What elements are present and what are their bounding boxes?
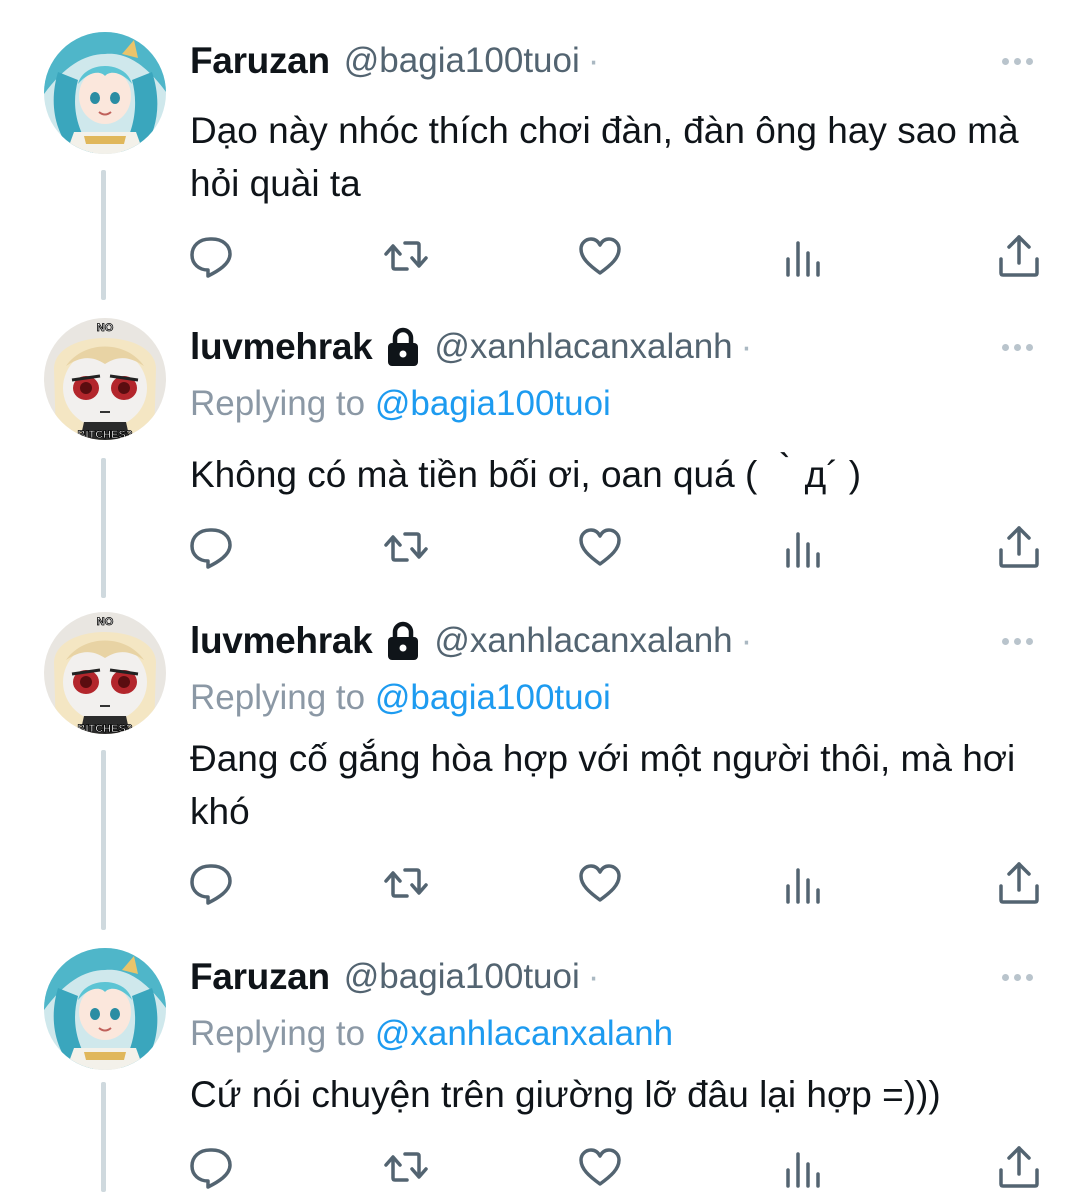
avatar-caption-top: NO <box>97 322 114 334</box>
avatar[interactable]: NO BITCHES? <box>44 612 166 734</box>
views-icon[interactable] <box>780 233 826 279</box>
more-options-icon[interactable] <box>1002 338 1040 351</box>
tweet-text: Không có mà tiền bối ơi, oan quá ( ｀д´ ) <box>190 454 862 495</box>
user-handle[interactable]: @xanhlacanxalanh <box>434 621 732 661</box>
share-icon[interactable] <box>996 233 1042 279</box>
retweet-icon[interactable] <box>383 233 429 279</box>
replying-to: Replying to @bagia100tuoi <box>190 376 1040 432</box>
reply-icon[interactable] <box>188 860 234 906</box>
reply-icon[interactable] <box>188 233 234 279</box>
views-icon[interactable] <box>780 1144 826 1190</box>
replying-to-label: Replying to <box>190 678 366 717</box>
share-icon[interactable] <box>996 860 1042 906</box>
reply-icon[interactable] <box>188 524 234 570</box>
reply-mention-link[interactable]: @bagia100tuoi <box>375 678 611 717</box>
reply-mention-link[interactable]: @bagia100tuoi <box>375 384 611 423</box>
avatar-caption-bottom: BITCHES? <box>78 429 133 440</box>
like-icon[interactable] <box>577 524 623 570</box>
user-handle[interactable]: @xanhlacanxalanh <box>434 327 732 367</box>
reply-mention-link[interactable]: @xanhlacanxalanh <box>375 1014 673 1053</box>
replying-to-label: Replying to <box>190 384 366 423</box>
display-name[interactable]: Faruzan <box>190 40 330 82</box>
tweet-header: Faruzan @bagia100tuoi · <box>190 32 1040 90</box>
retweet-icon[interactable] <box>383 524 429 570</box>
share-icon[interactable] <box>996 524 1042 570</box>
tweet-actions <box>190 860 1040 908</box>
mehrak-avatar-image: NO BITCHES? <box>44 612 166 734</box>
user-handle[interactable]: @bagia100tuoi <box>344 41 580 81</box>
lock-icon <box>386 621 420 661</box>
faruzan-avatar-image <box>44 32 166 154</box>
tweet-body: luvmehrak @xanhlacanxalanh · Replying to… <box>190 318 1040 501</box>
tweet-text: Đang cố gắng hòa hợp với một người thôi,… <box>190 738 1016 832</box>
tweet-text: Dạo này nhóc thích chơi đàn, đàn ông hay… <box>190 110 1019 204</box>
avatar-caption-top: NO <box>97 616 114 628</box>
more-options-icon[interactable] <box>1002 52 1040 65</box>
retweet-icon[interactable] <box>383 1144 429 1190</box>
views-icon[interactable] <box>780 860 826 906</box>
separator-dot: · <box>740 327 753 366</box>
display-name[interactable]: Faruzan <box>190 956 330 998</box>
reply-icon[interactable] <box>188 1144 234 1190</box>
share-icon[interactable] <box>996 1144 1042 1190</box>
retweet-icon[interactable] <box>383 860 429 906</box>
thread-connector <box>101 750 106 930</box>
tweet-header: luvmehrak @xanhlacanxalanh · <box>190 612 1040 670</box>
avatar[interactable] <box>44 32 166 154</box>
like-icon[interactable] <box>577 860 623 906</box>
display-name[interactable]: luvmehrak <box>190 326 373 368</box>
views-icon[interactable] <box>780 524 826 570</box>
tweet-text: Cứ nói chuyện trên giường lỡ đâu lại hợp… <box>190 1074 941 1115</box>
thread-connector <box>101 1082 106 1192</box>
tweet-thread: Faruzan @bagia100tuoi · Dạo này nhóc thí… <box>0 0 1080 1192</box>
more-options-icon[interactable] <box>1002 632 1040 645</box>
avatar-caption-bottom: BITCHES? <box>78 723 133 734</box>
avatar[interactable]: NO BITCHES? <box>44 318 166 440</box>
tweet-actions <box>190 233 1040 281</box>
replying-to: Replying to @bagia100tuoi <box>190 670 1040 726</box>
lock-icon <box>386 327 420 367</box>
replying-to: Replying to @xanhlacanxalanh <box>190 1006 1040 1062</box>
separator-dot: · <box>587 41 600 80</box>
faruzan-avatar-image <box>44 948 166 1070</box>
tweet-body: Faruzan @bagia100tuoi · Dạo này nhóc thí… <box>190 32 1040 210</box>
tweet-header: luvmehrak @xanhlacanxalanh · <box>190 318 1040 376</box>
thread-connector <box>101 458 106 598</box>
thread-connector <box>101 170 106 300</box>
tweet-actions <box>190 1144 1040 1192</box>
tweet-body: Faruzan @bagia100tuoi · Replying to @xan… <box>190 948 1040 1121</box>
avatar[interactable] <box>44 948 166 1070</box>
like-icon[interactable] <box>577 233 623 279</box>
replying-to-label: Replying to <box>190 1014 366 1053</box>
tweet-header: Faruzan @bagia100tuoi · <box>190 948 1040 1006</box>
tweet-actions <box>190 524 1040 572</box>
mehrak-avatar-image: NO BITCHES? <box>44 318 166 440</box>
more-options-icon[interactable] <box>1002 968 1040 981</box>
user-handle[interactable]: @bagia100tuoi <box>344 957 580 997</box>
display-name[interactable]: luvmehrak <box>190 620 373 662</box>
separator-dot: · <box>587 957 600 996</box>
separator-dot: · <box>740 621 753 660</box>
tweet-body: luvmehrak @xanhlacanxalanh · Replying to… <box>190 612 1040 838</box>
like-icon[interactable] <box>577 1144 623 1190</box>
